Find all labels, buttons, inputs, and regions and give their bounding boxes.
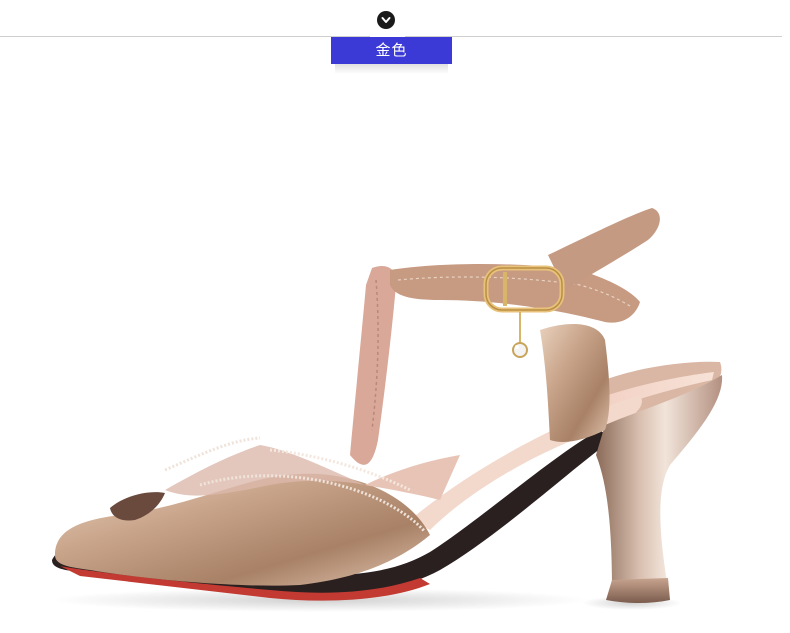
sandal-image bbox=[50, 208, 723, 612]
